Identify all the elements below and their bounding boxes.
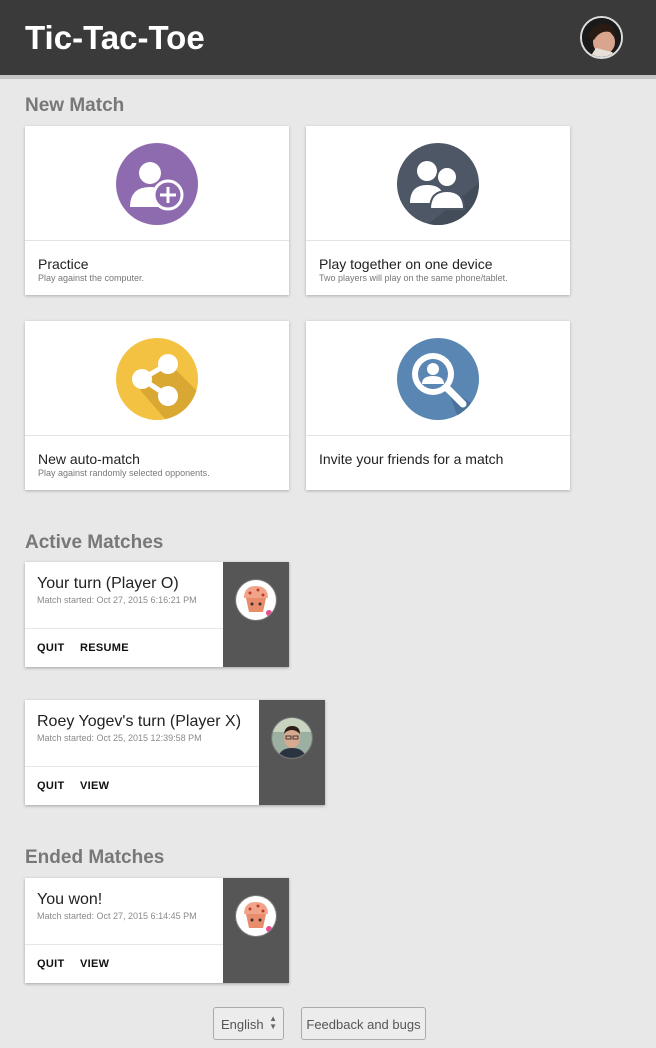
view-button[interactable]: VIEW [80,780,109,792]
one-device-label: Play together on one device [319,256,493,272]
quit-button[interactable]: QUIT [37,780,64,792]
divider [25,944,223,945]
app-title: Tic-Tac-Toe [25,19,205,56]
user-avatar[interactable] [580,16,623,59]
muffin-avatar [235,579,277,621]
quit-button[interactable]: QUIT [37,958,64,970]
user-avatar-icon [582,18,621,57]
language-value: English [221,1017,264,1032]
view-button[interactable]: VIEW [80,958,109,970]
practice-label: Practice [38,256,89,272]
auto-match-label: New auto-match [38,451,140,467]
auto-match-card[interactable]: New auto-match Play against randomly sel… [25,321,289,490]
match-date: Match started: Oct 27, 2015 6:14:45 PM [37,911,197,921]
ended-match-card: You won! Match started: Oct 27, 2015 6:1… [25,878,289,983]
two-users-icon [397,143,479,225]
select-arrows-icon: ▲ ▼ [269,1014,277,1031]
opponent-panel [223,878,289,983]
app-bar: Tic-Tac-Toe [0,0,656,79]
active-match-card: Your turn (Player O) Match started: Oct … [25,562,289,667]
one-device-card[interactable]: Play together on one device Two players … [306,126,570,295]
user-add-icon [116,143,198,225]
quit-button[interactable]: QUIT [37,642,64,654]
practice-card[interactable]: Practice Play against the computer. [25,126,289,295]
match-date: Match started: Oct 25, 2015 12:39:58 PM [37,733,202,743]
auto-match-subtitle: Play against randomly selected opponents… [38,468,210,478]
match-title: Your turn (Player O) [37,575,179,592]
one-device-subtitle: Two players will play on the same phone/… [319,273,508,283]
language-select[interactable]: English ▲ ▼ [213,1007,284,1040]
divider [25,628,223,629]
opponent-panel [223,562,289,667]
divider [25,766,259,767]
resume-button[interactable]: RESUME [80,642,129,654]
opponent-panel [259,700,325,805]
share-icon [116,338,198,420]
invite-friends-card[interactable]: Invite your friends for a match [306,321,570,490]
match-date: Match started: Oct 27, 2015 6:16:21 PM [37,595,197,605]
invite-friends-label: Invite your friends for a match [319,451,504,467]
match-title: You won! [37,891,103,908]
search-user-icon [397,338,479,420]
feedback-button[interactable]: Feedback and bugs [301,1007,426,1040]
ended-matches-heading: Ended Matches [25,847,165,868]
muffin-avatar [235,895,277,937]
person-avatar [271,717,313,759]
practice-subtitle: Play against the computer. [38,273,145,283]
active-matches-heading: Active Matches [25,532,164,553]
match-title: Roey Yogev's turn (Player X) [37,713,242,730]
active-match-card: Roey Yogev's turn (Player X) Match start… [25,700,325,805]
new-match-heading: New Match [25,95,125,116]
